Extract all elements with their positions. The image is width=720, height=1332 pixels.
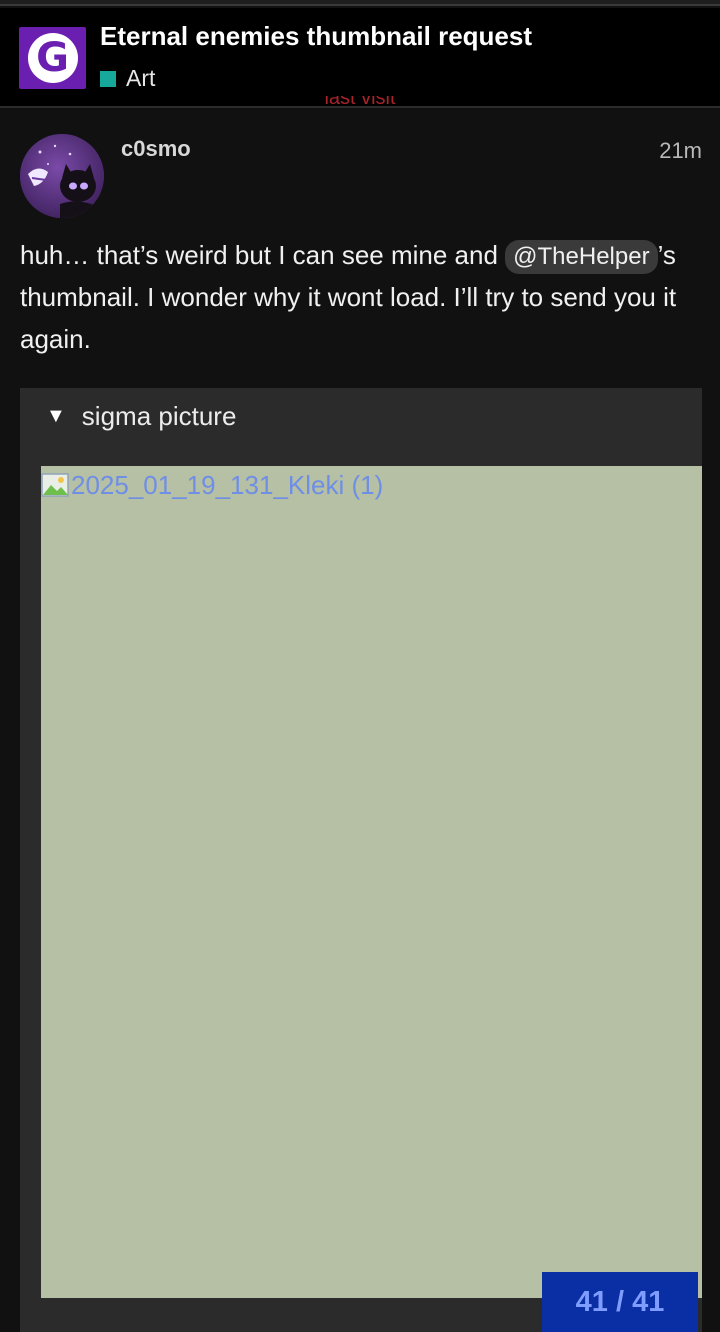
details-summary-label: sigma picture <box>81 401 237 431</box>
triangle-down-icon: ▼ <box>46 405 66 427</box>
category-label: Art <box>126 65 156 91</box>
broken-image-icon <box>41 473 69 497</box>
last-visit-divider: last visit <box>0 96 720 118</box>
post-time[interactable]: 21m <box>659 138 702 164</box>
logo-letter: G <box>27 33 78 83</box>
post-text-before: huh… that’s weird but I can see mine and <box>20 240 506 270</box>
avatar-cat-icon <box>20 134 104 218</box>
last-visit-label: last visit <box>324 96 396 109</box>
details-block: ▼ sigma picture 2025_01_19_131_Kleki (1) <box>20 388 702 1332</box>
details-summary[interactable]: ▼ sigma picture <box>46 401 236 432</box>
user-mention[interactable]: @TheHelper <box>505 240 658 274</box>
avatar[interactable] <box>20 134 104 218</box>
post-body: huh… that’s weird but I can see mine and… <box>20 234 710 360</box>
site-logo[interactable]: G <box>19 27 86 89</box>
post-username[interactable]: c0smo <box>121 136 191 162</box>
category-color-icon <box>100 70 116 87</box>
topic-title[interactable]: Eternal enemies thumbnail request <box>100 21 532 52</box>
top-bar <box>0 0 720 6</box>
category-badge[interactable]: Art <box>100 65 155 92</box>
image-alt-text: 2025_01_19_131_Kleki (1) <box>71 470 384 500</box>
image-frame[interactable]: 2025_01_19_131_Kleki (1) <box>41 466 702 1298</box>
topic-header: G Eternal enemies thumbnail request Art <box>0 8 720 108</box>
post-progress-counter[interactable]: 41 / 41 <box>542 1272 698 1332</box>
